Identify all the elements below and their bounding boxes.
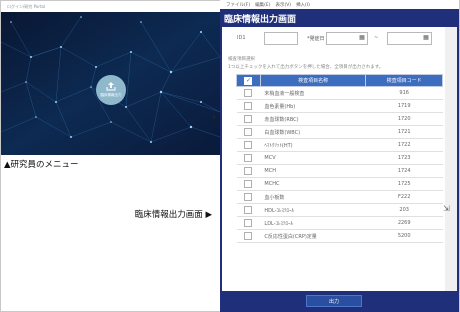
exam-item-code: 1725 bbox=[365, 177, 443, 191]
table-row[interactable]: LDL-ｺﾚｽﾃﾛｰﾙ 2269 bbox=[236, 216, 443, 230]
table-row[interactable]: MCH 1724 bbox=[236, 164, 443, 178]
row-checkbox-cell[interactable] bbox=[236, 112, 261, 126]
footer-bar: 出力 bbox=[220, 291, 459, 312]
header-select-all-cell[interactable]: ✓ bbox=[236, 74, 261, 87]
menu-file[interactable]: ファイル(F) bbox=[226, 2, 250, 8]
calendar-icon[interactable]: ▦ bbox=[422, 34, 430, 42]
menu-bar: ファイル(F) 編集(E) 表示(V) 挿入(I) bbox=[220, 0, 459, 9]
row-checkbox-cell[interactable] bbox=[236, 190, 261, 204]
exam-item-code: 5200 bbox=[365, 229, 443, 243]
column-header-code: 検査項目コード bbox=[365, 74, 443, 87]
exam-item-name: 血小板数 bbox=[260, 190, 366, 204]
row-checkbox-cell[interactable] bbox=[236, 229, 261, 243]
section-note: 1つ以上チェックを入れて出力ボタンを押した場合、全項目が出力されます。 bbox=[228, 65, 384, 70]
row-checkbox-cell[interactable] bbox=[236, 177, 261, 191]
hero-image: 臨床情報出力 bbox=[1, 12, 220, 155]
row-checkbox[interactable] bbox=[244, 141, 253, 149]
calendar-icon[interactable]: ▦ bbox=[358, 34, 366, 42]
table-row[interactable]: 血小板数 F222 bbox=[236, 190, 443, 204]
left-panel: ログイン/研究 Portal 臨床情報出力 ▲研究員のメニュー 臨床情報出力画面… bbox=[1, 1, 220, 311]
exam-item-name: 末梢血液一般検査 bbox=[260, 86, 366, 100]
select-all-checkbox[interactable]: ✓ bbox=[244, 76, 253, 85]
section-label: 検査項目選択 bbox=[228, 57, 255, 62]
exam-item-code: 2269 bbox=[365, 216, 443, 230]
exam-item-code: F222 bbox=[365, 190, 443, 204]
row-checkbox-cell[interactable] bbox=[236, 151, 261, 165]
row-checkbox-cell[interactable] bbox=[236, 203, 261, 217]
upload-icon bbox=[106, 82, 116, 91]
exam-item-name: MCV bbox=[260, 151, 366, 165]
row-checkbox-cell[interactable] bbox=[236, 216, 261, 230]
row-checkbox[interactable] bbox=[244, 180, 253, 188]
form-area: ID1 *発症日 ▦ ~ ▦ 検査項目選択 1つ以上チェックを入れて出力ボタンを… bbox=[222, 27, 445, 291]
output-button[interactable]: 出力 bbox=[306, 295, 362, 307]
exam-item-name: 白血球数(WBC) bbox=[260, 125, 366, 139]
exam-item-name: 赤血球数(RBC) bbox=[260, 112, 366, 126]
clinical-output-window: ファイル(F) 編集(E) 表示(V) 挿入(I) 臨床情報出力画面 ID1 *… bbox=[220, 0, 459, 312]
row-checkbox[interactable] bbox=[244, 154, 253, 162]
portal-title: ログイン/研究 Portal bbox=[7, 4, 46, 9]
table-row[interactable]: 白血球数(WBC) 1721 bbox=[236, 125, 443, 139]
row-checkbox[interactable] bbox=[244, 89, 253, 97]
table-row[interactable]: 血色素量(Hb) 1719 bbox=[236, 99, 443, 113]
row-checkbox[interactable] bbox=[244, 232, 253, 240]
date-range-tilde: ~ bbox=[374, 35, 379, 41]
table-row[interactable]: MCHC 1725 bbox=[236, 177, 443, 191]
exam-item-code: 1724 bbox=[365, 164, 443, 178]
row-checkbox-cell[interactable] bbox=[236, 138, 261, 152]
exam-item-code: 1721 bbox=[365, 125, 443, 139]
exam-item-code: 1720 bbox=[365, 112, 443, 126]
table-header-row: ✓ 検査項目名称 検査項目コード bbox=[236, 74, 443, 87]
exam-item-name: HDL-ｺﾚｽﾃﾛｰﾙ bbox=[260, 203, 366, 217]
row-checkbox[interactable] bbox=[244, 206, 253, 214]
table-row[interactable]: ﾍﾏﾄｸﾘｯﾄ(HT) 1722 bbox=[236, 138, 443, 152]
row-checkbox[interactable] bbox=[244, 219, 253, 227]
caption-researcher-menu: ▲研究員のメニュー bbox=[4, 160, 79, 170]
exam-item-name: MCH bbox=[260, 164, 366, 178]
exam-item-code: 1722 bbox=[365, 138, 443, 152]
row-checkbox-cell[interactable] bbox=[236, 99, 261, 113]
exam-item-code: 916 bbox=[365, 86, 443, 100]
column-header-name: 検査項目名称 bbox=[259, 74, 367, 87]
row-checkbox-cell[interactable] bbox=[236, 164, 261, 178]
row-checkbox[interactable] bbox=[244, 102, 253, 110]
id-label: ID1 bbox=[237, 35, 246, 41]
table-row[interactable]: HDL-ｺﾚｽﾃﾛｰﾙ 203 bbox=[236, 203, 443, 217]
search-row: ID1 *発症日 ▦ ~ ▦ bbox=[222, 32, 445, 46]
menu-edit[interactable]: 編集(E) bbox=[255, 2, 270, 8]
table-row[interactable]: 赤血球数(RBC) 1720 bbox=[236, 112, 443, 126]
exam-item-name: ﾍﾏﾄｸﾘｯﾄ(HT) bbox=[260, 138, 366, 152]
exam-item-code: 1723 bbox=[365, 151, 443, 165]
id-input[interactable] bbox=[264, 32, 298, 45]
launch-button-label: 臨床情報出力 bbox=[100, 93, 122, 97]
exam-item-name: C反応性蛋白(CRP)定量 bbox=[260, 229, 366, 243]
resize-cursor-icon: ⇲ bbox=[443, 204, 450, 213]
table-row[interactable]: 末梢血液一般検査 916 bbox=[236, 86, 443, 100]
page-title: 臨床情報出力画面 bbox=[224, 15, 297, 25]
row-checkbox[interactable] bbox=[244, 128, 253, 136]
row-checkbox[interactable] bbox=[244, 193, 253, 201]
table-row[interactable]: MCV 1723 bbox=[236, 151, 443, 165]
row-checkbox-cell[interactable] bbox=[236, 125, 261, 139]
row-checkbox[interactable] bbox=[244, 167, 253, 175]
exam-items-table: ✓ 検査項目名称 検査項目コード 末梢血液一般検査 916 血色素量(Hb) 1719… bbox=[236, 74, 443, 243]
exam-item-code: 1719 bbox=[365, 99, 443, 113]
table-row[interactable]: C反応性蛋白(CRP)定量 5200 bbox=[236, 229, 443, 243]
exam-item-name: MCHC bbox=[260, 177, 366, 191]
window-content: 臨床情報出力画面 ID1 *発症日 ▦ ~ ▦ 検査項目選択 1つ以上チェックを… bbox=[220, 9, 459, 312]
exam-item-code: 203 bbox=[365, 203, 443, 217]
vertical-scrollbar[interactable] bbox=[445, 27, 457, 291]
row-checkbox[interactable] bbox=[244, 115, 253, 123]
exam-item-name: 血色素量(Hb) bbox=[260, 99, 366, 113]
menu-view[interactable]: 表示(V) bbox=[275, 2, 291, 8]
exam-item-name: LDL-ｺﾚｽﾃﾛｰﾙ bbox=[260, 216, 366, 230]
caption-output-screen: 臨床情報出力画面 ▶ bbox=[134, 210, 212, 220]
onset-date-label: *発症日 bbox=[307, 36, 325, 42]
clinical-output-launch-button[interactable]: 臨床情報出力 bbox=[96, 75, 126, 105]
menu-insert[interactable]: 挿入(I) bbox=[296, 2, 310, 8]
row-checkbox-cell[interactable] bbox=[236, 86, 261, 100]
